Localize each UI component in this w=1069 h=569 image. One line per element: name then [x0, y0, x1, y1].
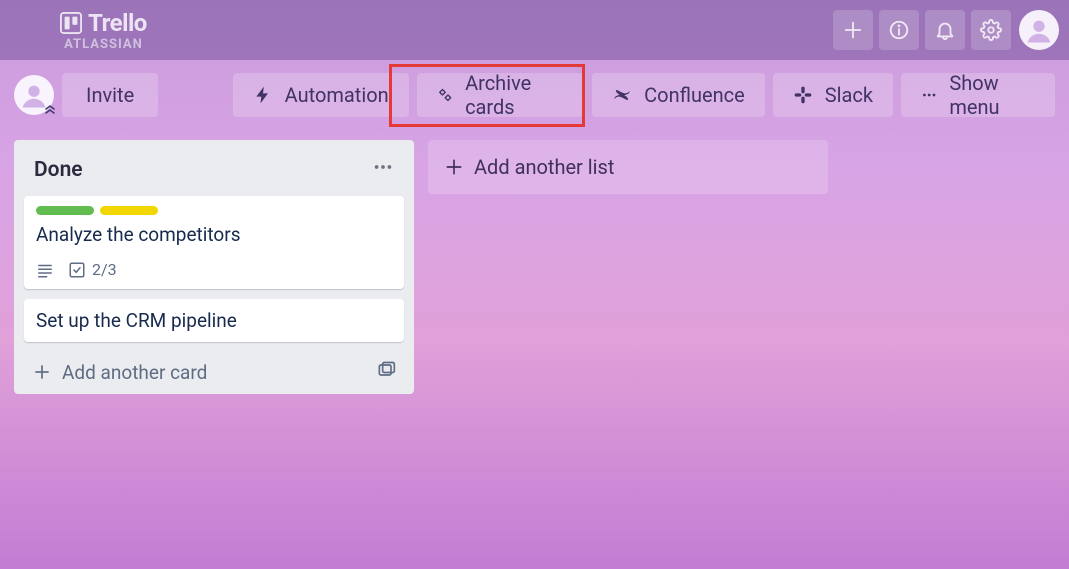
automation-button[interactable]: Automation: [233, 73, 409, 117]
add-card-button[interactable]: Add another card: [32, 361, 207, 384]
slack-button[interactable]: Slack: [773, 73, 893, 117]
dots-icon: [921, 85, 937, 105]
dots-icon: [372, 156, 394, 178]
label-yellow[interactable]: [100, 206, 158, 215]
info-icon: [888, 19, 910, 41]
add-list-button[interactable]: Add another list: [428, 140, 828, 194]
info-button[interactable]: [879, 10, 919, 50]
trello-icon: [60, 12, 82, 34]
card-template-button[interactable]: [376, 360, 396, 384]
brand-name: Trello: [88, 9, 147, 37]
gear-icon: [980, 19, 1002, 41]
template-icon: [376, 360, 396, 380]
show-menu-button[interactable]: Show menu: [901, 73, 1055, 117]
invite-button[interactable]: Invite: [62, 73, 158, 117]
card-badges: 2/3: [36, 260, 392, 279]
card[interactable]: Analyze the competitors 2/3: [24, 196, 404, 289]
notifications-button[interactable]: [925, 10, 965, 50]
confluence-button[interactable]: Confluence: [592, 73, 765, 117]
board-canvas: Done Analyze the competitors 2/3 Set up …: [0, 130, 1069, 404]
card[interactable]: Set up the CRM pipeline: [24, 299, 404, 342]
bolt-icon: [253, 85, 273, 105]
account-avatar[interactable]: [1019, 10, 1059, 50]
list-done: Done Analyze the competitors 2/3 Set up …: [14, 140, 414, 394]
logo: Trello ATLASSIAN: [10, 9, 147, 52]
plus-icon: [32, 362, 52, 382]
list-title[interactable]: Done: [34, 158, 83, 182]
create-button[interactable]: [833, 10, 873, 50]
member-avatar[interactable]: [14, 75, 54, 115]
board-header: Invite Automation Archive cards Confluen…: [0, 60, 1069, 130]
settings-button[interactable]: [971, 10, 1011, 50]
confluence-icon: [612, 85, 632, 105]
plus-icon: [842, 19, 864, 41]
checklist-icon: [68, 261, 86, 279]
checklist-count: 2/3: [92, 260, 117, 279]
global-header: Trello ATLASSIAN: [0, 0, 1069, 60]
invite-label: Invite: [86, 83, 134, 107]
gears-icon: [437, 85, 453, 105]
description-icon: [36, 261, 54, 279]
card-labels: [36, 206, 392, 215]
card-title: Analyze the competitors: [36, 223, 392, 246]
brand-sub: ATLASSIAN: [64, 37, 143, 52]
archive-cards-button[interactable]: Archive cards: [417, 73, 585, 117]
slack-icon: [793, 85, 813, 105]
chevron-double-icon: [44, 105, 56, 117]
list-menu-button[interactable]: [372, 156, 394, 184]
card-title: Set up the CRM pipeline: [36, 309, 392, 332]
bell-icon: [934, 19, 956, 41]
plus-icon: [444, 157, 464, 177]
label-green[interactable]: [36, 206, 94, 215]
user-icon: [1024, 15, 1054, 45]
